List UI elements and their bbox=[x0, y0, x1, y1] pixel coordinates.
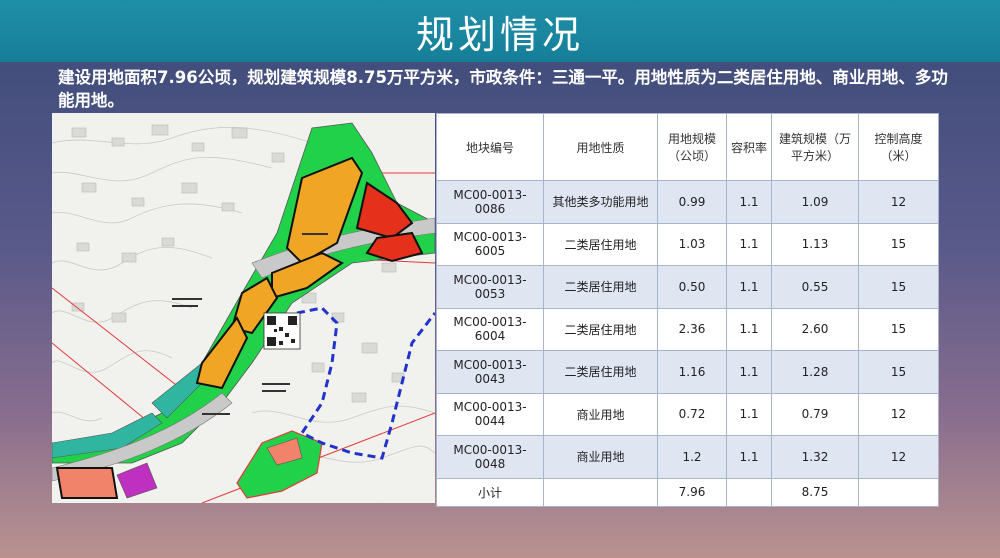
cell-gfa: 2.60 bbox=[771, 307, 859, 352]
cell-height: 15 bbox=[858, 222, 939, 267]
cell-height: 15 bbox=[858, 350, 939, 394]
cell-code: MC00-0013-0053 bbox=[436, 265, 544, 309]
subtotal-row: 小计 7.96 8.75 bbox=[436, 477, 939, 508]
table-header-row: 地块编号 用地性质 用地规模（公顷） 容积率 建筑规模（万平方米） 控制高度（米… bbox=[436, 113, 939, 181]
cell-far: 1.1 bbox=[726, 222, 772, 267]
table-row: MC00-0013-6004 二类居住用地 2.36 1.1 2.60 15 bbox=[436, 307, 939, 352]
cell-area: 1.03 bbox=[657, 222, 727, 267]
cell-code: MC00-0013-6005 bbox=[436, 222, 544, 267]
header-land-use: 用地性质 bbox=[543, 113, 658, 181]
cell-type: 其他类多功能用地 bbox=[543, 180, 658, 224]
table-row: MC00-0013-0053 二类居住用地 0.50 1.1 0.55 15 bbox=[436, 265, 939, 309]
table-row: MC00-0013-6005 二类居住用地 1.03 1.1 1.13 15 bbox=[436, 222, 939, 267]
cell-area: 1.2 bbox=[657, 435, 727, 479]
cell-gfa: 0.79 bbox=[771, 392, 859, 437]
cell-code: MC00-0013-0048 bbox=[436, 435, 544, 479]
header-parcel-code: 地块编号 bbox=[436, 113, 544, 181]
table-row: MC00-0013-0086 其他类多功能用地 0.99 1.1 1.09 12 bbox=[436, 180, 939, 224]
header-building-scale: 建筑规模（万平方米） bbox=[771, 113, 859, 181]
subtotal-label: 小计 bbox=[436, 477, 544, 508]
cell-area: 2.36 bbox=[657, 307, 727, 352]
planning-map-drawing bbox=[52, 122, 435, 503]
page-title: 规划情况 bbox=[415, 12, 584, 57]
cell-type: 二类居住用地 bbox=[543, 222, 658, 267]
cell-far: 1.1 bbox=[726, 350, 772, 394]
cell-far: 1.1 bbox=[726, 392, 772, 437]
cell-type: 商业用地 bbox=[543, 435, 658, 479]
table-row: MC00-0013-0043 二类居住用地 1.16 1.1 1.28 15 bbox=[436, 350, 939, 394]
land-parcel-table: 地块编号 用地性质 用地规模（公顷） 容积率 建筑规模（万平方米） 控制高度（米… bbox=[436, 113, 939, 508]
subtotal-area: 7.96 bbox=[657, 477, 727, 508]
cell-code: MC00-0013-0086 bbox=[436, 180, 544, 224]
cell-height: 12 bbox=[858, 435, 939, 479]
cell-gfa: 0.55 bbox=[771, 265, 859, 309]
subtotal-type-empty bbox=[543, 477, 658, 508]
cell-code: MC00-0013-6004 bbox=[436, 307, 544, 352]
cell-height: 15 bbox=[858, 307, 939, 352]
subtotal-far-empty bbox=[726, 477, 772, 508]
cell-far: 1.1 bbox=[726, 265, 772, 309]
table-row: MC00-0013-0044 商业用地 0.72 1.1 0.79 12 bbox=[436, 392, 939, 437]
cell-type: 二类居住用地 bbox=[543, 307, 658, 352]
header-land-area: 用地规模（公顷） bbox=[657, 113, 727, 181]
subtotal-height-empty bbox=[858, 477, 939, 508]
cell-code: MC00-0013-0044 bbox=[436, 392, 544, 437]
cell-gfa: 1.28 bbox=[771, 350, 859, 394]
cell-gfa: 1.09 bbox=[771, 180, 859, 224]
cell-far: 1.1 bbox=[726, 307, 772, 352]
cell-code: MC00-0013-0043 bbox=[436, 350, 544, 394]
subtotal-gfa: 8.75 bbox=[771, 477, 859, 508]
cell-height: 12 bbox=[858, 392, 939, 437]
cell-area: 1.16 bbox=[657, 350, 727, 394]
title-bar: 规划情况 bbox=[0, 0, 1000, 62]
header-height-limit: 控制高度（米） bbox=[858, 113, 939, 181]
cell-area: 0.72 bbox=[657, 392, 727, 437]
description-text: 建设用地面积7.96公顷，规划建筑规模8.75万平方米，市政条件：三通一平。用地… bbox=[58, 68, 948, 110]
cell-type: 商业用地 bbox=[543, 392, 658, 437]
cell-area: 0.99 bbox=[657, 180, 727, 224]
cell-type: 二类居住用地 bbox=[543, 265, 658, 309]
cell-height: 12 bbox=[858, 180, 939, 224]
cell-far: 1.1 bbox=[726, 180, 772, 224]
cell-area: 0.50 bbox=[657, 265, 727, 309]
planning-map bbox=[52, 113, 435, 503]
cell-height: 15 bbox=[858, 265, 939, 309]
cell-far: 1.1 bbox=[726, 435, 772, 479]
table-row: MC00-0013-0048 商业用地 1.2 1.1 1.32 12 bbox=[436, 435, 939, 479]
cell-gfa: 1.13 bbox=[771, 222, 859, 267]
header-far: 容积率 bbox=[726, 113, 772, 181]
cell-gfa: 1.32 bbox=[771, 435, 859, 479]
cell-type: 二类居住用地 bbox=[543, 350, 658, 394]
